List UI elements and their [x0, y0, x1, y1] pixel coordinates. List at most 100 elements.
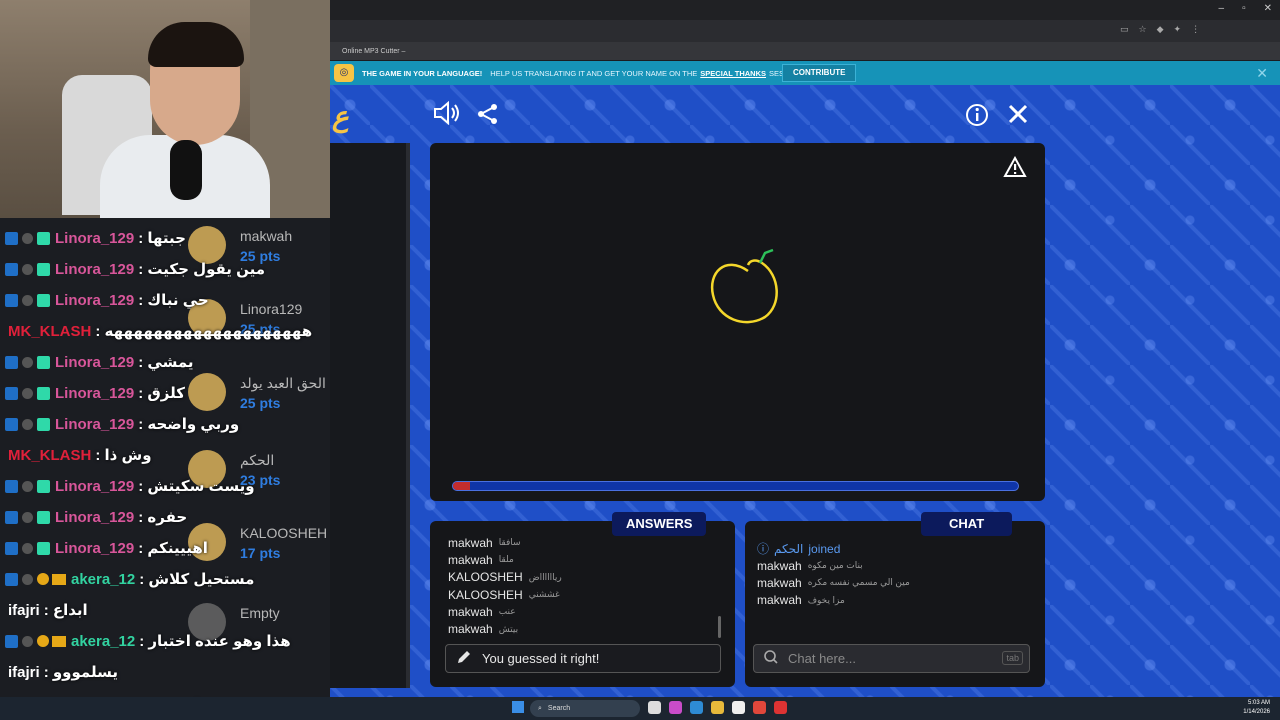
answers-tab[interactable]: ANSWERS — [612, 512, 707, 536]
moderator-badge-icon — [5, 355, 18, 369]
stream-chat-username[interactable]: MK_KLASH — [8, 323, 91, 340]
banner-help-text: HELP US TRANSLATING IT AND GET YOUR NAME… — [490, 68, 698, 78]
subscriber-badge-icon — [37, 355, 50, 369]
chat-input[interactable]: Chat here... tab — [753, 644, 1030, 673]
stream-chat-text: : كلزق — [138, 385, 185, 402]
info-icon[interactable] — [965, 103, 989, 133]
stream-chat-message: Linora_129: يمشي — [0, 350, 194, 374]
stream-chat-username[interactable]: akera_12 — [71, 571, 135, 588]
answer-line: makwah ملقا — [448, 551, 562, 568]
stream-chat-message: Linora_129: جبتها — [0, 226, 186, 250]
stream-chat-text: : حي نباك — [138, 292, 209, 309]
answer-line: makwah بيتش — [448, 620, 562, 637]
stream-chat-text: : ههههههههههههههههههههه — [95, 323, 313, 340]
answer-author: makwah — [448, 535, 493, 550]
answer-line: makwah سافقا — [448, 534, 562, 551]
stream-chat-username[interactable]: Linora_129 — [55, 540, 134, 557]
stream-chat-message: ifajri: يسلمووو — [0, 660, 118, 684]
stream-chat-username[interactable]: Linora_129 — [55, 261, 134, 278]
close-window-button[interactable]: ✕ — [1264, 3, 1272, 14]
chrome-icon[interactable] — [753, 701, 766, 714]
answers-scrollbar[interactable] — [718, 616, 721, 638]
stream-chat-username[interactable]: MK_KLASH — [8, 447, 91, 464]
stream-chat-username[interactable]: ifajri — [8, 664, 40, 681]
sound-icon[interactable] — [433, 100, 461, 131]
subscriber-badge-icon — [37, 293, 50, 307]
microphone — [170, 140, 202, 200]
moderator-badge-icon — [5, 510, 18, 524]
drawing-canvas[interactable] — [430, 143, 1045, 501]
subscriber-badge-icon — [37, 231, 50, 245]
store-icon[interactable] — [732, 701, 745, 714]
subscriber-badge-icon — [37, 479, 50, 493]
stream-chat-text: : مين يقول جكيت — [138, 261, 266, 278]
windows-start-icon[interactable] — [512, 701, 524, 713]
chat-tab[interactable]: CHAT — [921, 512, 1013, 536]
extension-icon[interactable]: ◆ — [1157, 24, 1164, 35]
copilot-icon[interactable] — [669, 701, 682, 714]
stream-chat-overlay: Linora_129: جبتها Linora_129: مين يقول جك… — [0, 226, 362, 712]
search-icon — [764, 650, 778, 667]
stream-chat-message: Linora_129: حي نباك — [0, 288, 209, 312]
stream-chat-text: : جبتها — [138, 230, 186, 247]
tab-hint: tab — [1002, 651, 1023, 665]
round-timer-bar — [452, 481, 1019, 491]
moderator-badge-icon — [5, 417, 18, 431]
taskbar-search[interactable]: ⌕ Search — [530, 700, 640, 717]
stream-chat-username[interactable]: Linora_129 — [55, 354, 134, 371]
stream-chat-username[interactable]: Linora_129 — [55, 292, 134, 309]
special-thanks-link[interactable]: SPECIAL THANKS — [700, 69, 766, 78]
stream-chat-username[interactable]: Linora_129 — [55, 478, 134, 495]
stream-chat-text: : وربي واضحه — [138, 416, 240, 433]
stream-chat-text: : حفره — [138, 509, 188, 526]
star-icon[interactable]: ☆ — [1139, 24, 1147, 35]
task-view-icon[interactable] — [648, 701, 661, 714]
stream-chat-text: : اهييينكم — [138, 540, 208, 557]
opera-icon[interactable] — [774, 701, 787, 714]
share-icon[interactable] — [477, 103, 499, 131]
file-explorer-icon[interactable] — [711, 701, 724, 714]
shield-badge-icon — [22, 232, 33, 244]
chat-list: makwah بنات مين مكوه makwah مين الي مسمي نف… — [757, 557, 910, 609]
browser-toolbar: ▭ ☆ ◆ ✦ ⋮ — [1120, 24, 1200, 35]
report-warning-icon[interactable] — [1003, 155, 1027, 184]
bookmark-item[interactable]: Online MP3 Cutter – — [342, 48, 405, 55]
crown-badge-icon — [52, 635, 66, 647]
answer-text: بيتش — [498, 623, 519, 634]
puzzle-icon[interactable]: ✦ — [1174, 24, 1182, 35]
banner-close-icon[interactable]: ✕ — [1256, 65, 1268, 82]
edge-icon[interactable] — [690, 701, 703, 714]
close-game-icon[interactable] — [1007, 103, 1029, 131]
chat-text: بنات مين مكوه — [807, 560, 863, 571]
stream-chat-username[interactable]: ifajri — [8, 602, 40, 619]
minimize-button[interactable]: – — [1219, 3, 1225, 14]
stream-chat-message: Linora_129: مين يقول جكيت — [0, 257, 265, 281]
round-timer-fill — [453, 482, 470, 490]
maximize-button[interactable]: ▫ — [1242, 3, 1246, 14]
taskbar-clock[interactable]: 5:03 AM 1/14/2026 — [1243, 699, 1270, 717]
guess-status-text: You guessed it right! — [482, 651, 600, 666]
menu-icon[interactable]: ⋮ — [1191, 24, 1200, 35]
chat-joined-name: الحكم — [774, 541, 804, 556]
drawing-stroke-fruit — [710, 259, 778, 324]
stream-chat-username[interactable]: akera_12 — [71, 633, 135, 650]
contribute-button[interactable]: CONTRIBUTE — [782, 64, 857, 82]
streamer-webcam — [0, 0, 330, 218]
cast-icon[interactable]: ▭ — [1120, 24, 1129, 35]
chat-author: makwah — [757, 575, 802, 590]
answers-list: makwah سافقا makwah ملقا KALOOSHEH ريااااااض K… — [448, 534, 562, 638]
chat-text: مين الي مسمي نفسه مكره — [807, 577, 910, 588]
drawing-svg — [710, 248, 778, 324]
shield-badge-icon — [22, 387, 33, 399]
answer-author: makwah — [448, 604, 493, 619]
shield-badge-icon — [22, 294, 33, 306]
stream-chat-text: : ابداع — [43, 602, 88, 619]
stream-chat-username[interactable]: Linora_129 — [55, 385, 134, 402]
answer-line: KALOOSHEH ريااااااض — [448, 569, 562, 586]
stream-chat-username[interactable]: Linora_129 — [55, 509, 134, 526]
answer-text: ريااااااض — [528, 571, 562, 582]
stream-chat-username[interactable]: Linora_129 — [55, 230, 134, 247]
stream-chat-text: : ويست سكيتش — [138, 478, 255, 495]
stream-chat-username[interactable]: Linora_129 — [55, 416, 134, 433]
stream-chat-text: : مستحيل كلاش — [139, 571, 255, 588]
